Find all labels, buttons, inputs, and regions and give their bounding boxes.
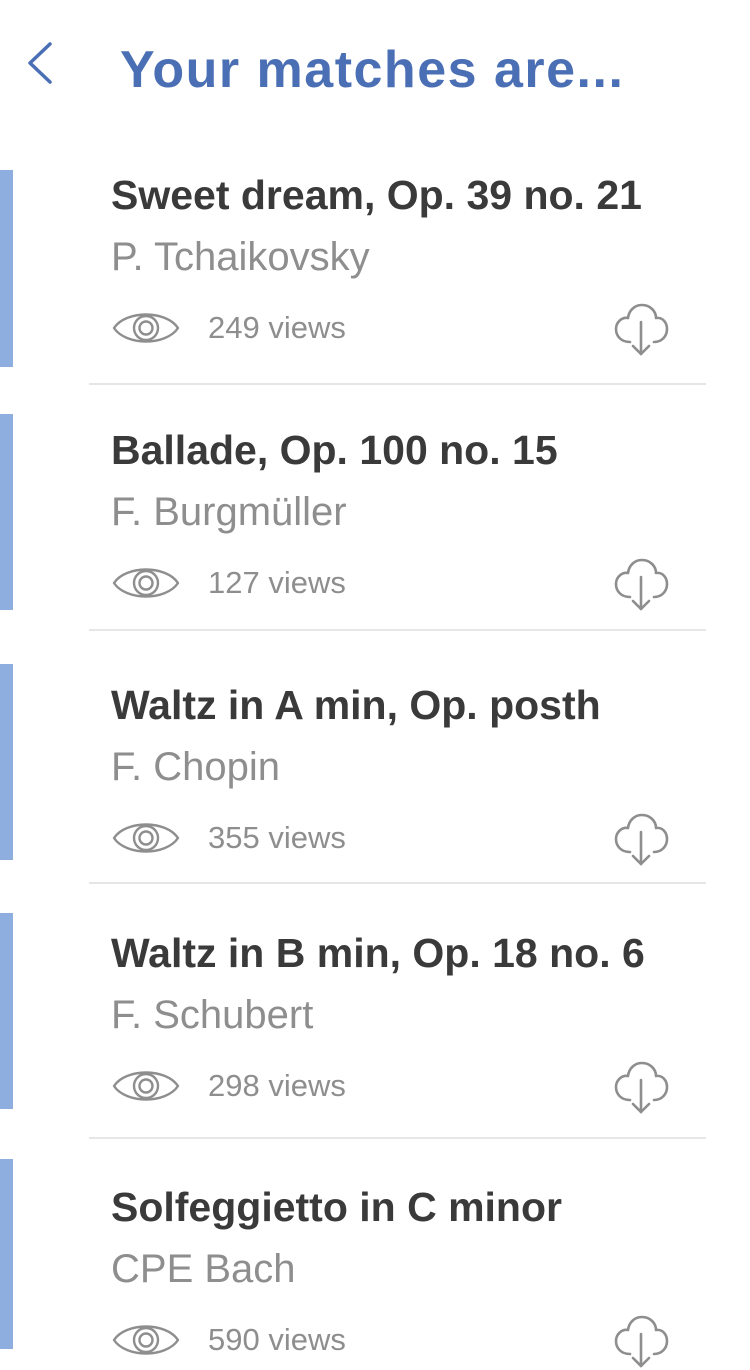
composer-name: F. Chopin (111, 745, 280, 789)
views-row: 590 views (111, 1318, 346, 1362)
piece-title: Waltz in A min, Op. posth (111, 682, 601, 728)
piece-title: Ballade, Op. 100 no. 15 (111, 427, 558, 473)
views-count: 355 views (208, 820, 346, 855)
piece-title: Solfeggietto in C minor (111, 1184, 562, 1230)
download-button[interactable] (612, 1314, 670, 1370)
eye-icon (111, 561, 181, 605)
composer-name: F. Burgmüller (111, 490, 347, 534)
list-divider (89, 629, 706, 631)
piece-title: Waltz in B min, Op. 18 no. 6 (111, 930, 645, 976)
cloud-download-icon (614, 1315, 669, 1368)
download-button[interactable] (612, 812, 670, 868)
cloud-download-icon (614, 303, 669, 356)
back-button[interactable] (14, 30, 66, 96)
eye-icon (111, 1064, 181, 1108)
cloud-download-icon (614, 813, 669, 866)
views-row: 249 views (111, 306, 346, 350)
views-row: 298 views (111, 1064, 346, 1108)
views-count: 249 views (208, 310, 346, 345)
cloud-download-icon (614, 558, 669, 611)
accent-bar (0, 170, 13, 367)
download-button[interactable] (612, 302, 670, 358)
header: Your matches are... (0, 0, 750, 140)
accent-bar (0, 664, 13, 860)
download-button[interactable] (612, 1060, 670, 1116)
accent-bar (0, 1159, 13, 1349)
composer-name: F. Schubert (111, 993, 314, 1037)
views-count: 298 views (208, 1068, 346, 1103)
views-row: 127 views (111, 561, 346, 605)
list-divider (89, 383, 706, 385)
eye-icon (111, 306, 181, 350)
eye-icon (111, 816, 181, 860)
eye-icon (111, 1318, 181, 1362)
download-button[interactable] (612, 557, 670, 613)
composer-name: CPE Bach (111, 1247, 296, 1291)
list-divider (89, 882, 706, 884)
cloud-download-icon (614, 1061, 669, 1114)
views-count: 590 views (208, 1322, 346, 1357)
list-divider (89, 1137, 706, 1139)
views-row: 355 views (111, 816, 346, 860)
page-title: Your matches are... (120, 41, 625, 99)
views-count: 127 views (208, 565, 346, 600)
piece-title: Sweet dream, Op. 39 no. 21 (111, 172, 642, 218)
composer-name: P. Tchaikovsky (111, 235, 370, 279)
chevron-left-icon (28, 42, 52, 84)
accent-bar (0, 414, 13, 610)
accent-bar (0, 913, 13, 1109)
